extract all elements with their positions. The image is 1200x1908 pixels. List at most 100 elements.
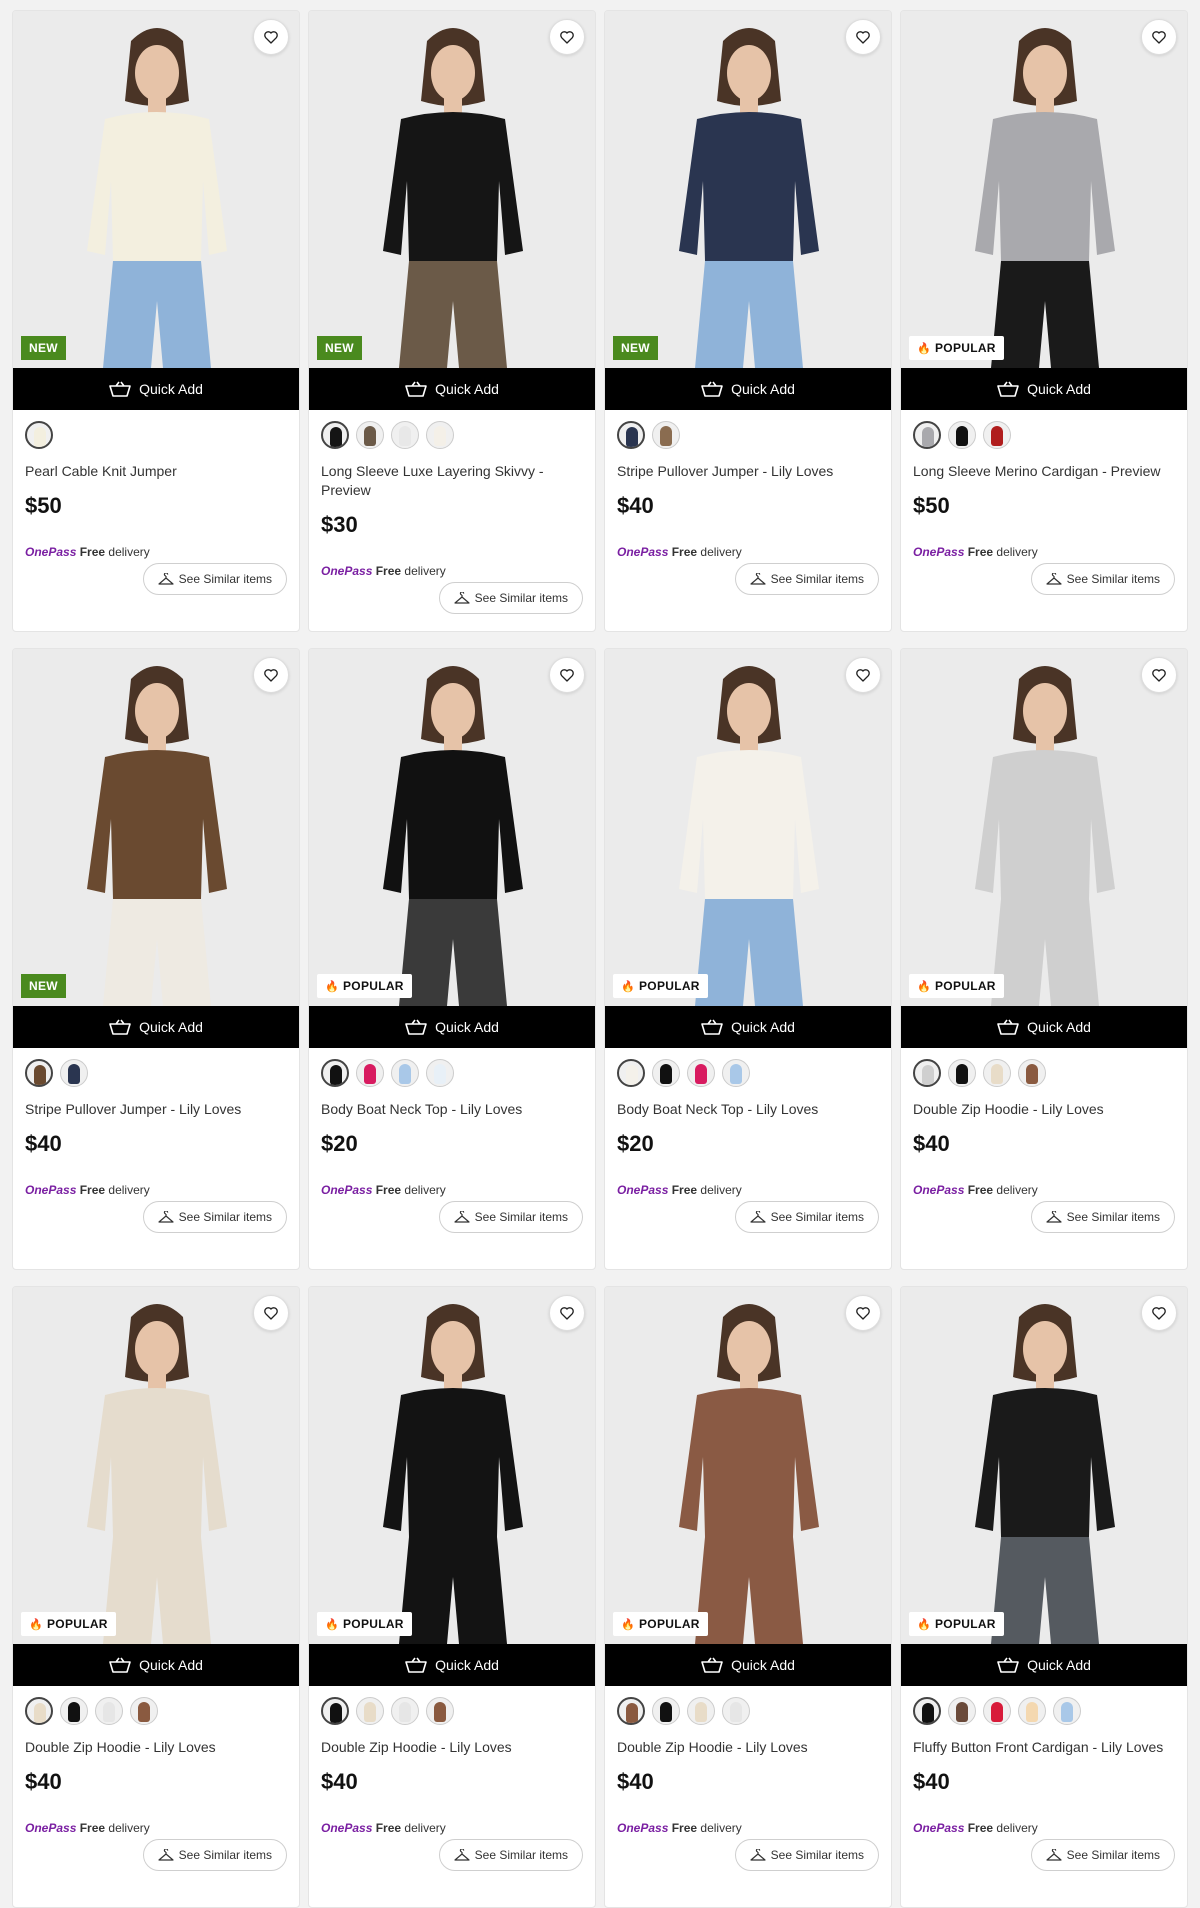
see-similar-button[interactable]: See Similar items xyxy=(1030,563,1175,595)
product-image[interactable]: 🔥 POPULAR xyxy=(309,649,595,1006)
color-swatch[interactable] xyxy=(426,1697,454,1725)
see-similar-button[interactable]: See Similar items xyxy=(438,582,583,614)
color-swatch[interactable] xyxy=(687,1059,715,1087)
wishlist-heart-button[interactable] xyxy=(549,657,585,693)
wishlist-heart-button[interactable] xyxy=(549,1295,585,1331)
color-swatch[interactable] xyxy=(948,1697,976,1725)
product-card[interactable]: NEW Quick Add Stripe Pullover Jumper - L… xyxy=(604,10,892,632)
product-card[interactable]: NEW Quick Add Pearl Cable Knit Jumper $5… xyxy=(12,10,300,632)
color-swatch[interactable] xyxy=(1018,1697,1046,1725)
product-card[interactable]: 🔥 POPULAR Quick Add Double Zip Hoodie - L… xyxy=(900,648,1188,1270)
color-swatch[interactable] xyxy=(617,421,645,449)
color-swatch[interactable] xyxy=(426,421,454,449)
color-swatch[interactable] xyxy=(25,421,53,449)
quick-add-button[interactable]: Quick Add xyxy=(605,1006,891,1048)
color-swatch[interactable] xyxy=(983,421,1011,449)
product-image[interactable]: 🔥 POPULAR xyxy=(901,1287,1187,1644)
color-swatch[interactable] xyxy=(130,1697,158,1725)
see-similar-button[interactable]: See Similar items xyxy=(142,1201,287,1233)
color-swatch[interactable] xyxy=(356,1697,384,1725)
color-swatch[interactable] xyxy=(948,421,976,449)
product-name[interactable]: Body Boat Neck Top - Lily Loves xyxy=(321,1100,583,1119)
product-name[interactable]: Fluffy Button Front Cardigan - Lily Love… xyxy=(913,1738,1175,1757)
color-swatch[interactable] xyxy=(60,1697,88,1725)
product-card[interactable]: 🔥 POPULAR Quick Add Long Sleeve Merino Ca… xyxy=(900,10,1188,632)
product-card[interactable]: NEW Quick Add Long Sleeve Luxe Layering … xyxy=(308,10,596,632)
see-similar-button[interactable]: See Similar items xyxy=(142,563,287,595)
wishlist-heart-button[interactable] xyxy=(845,657,881,693)
product-image[interactable]: 🔥 POPULAR xyxy=(309,1287,595,1644)
wishlist-heart-button[interactable] xyxy=(253,657,289,693)
color-swatch[interactable] xyxy=(652,1697,680,1725)
color-swatch[interactable] xyxy=(1053,1697,1081,1725)
product-image[interactable]: 🔥 POPULAR xyxy=(605,1287,891,1644)
color-swatch[interactable] xyxy=(321,1697,349,1725)
color-swatch[interactable] xyxy=(426,1059,454,1087)
see-similar-button[interactable]: See Similar items xyxy=(142,1839,287,1871)
quick-add-button[interactable]: Quick Add xyxy=(13,368,299,410)
see-similar-button[interactable]: See Similar items xyxy=(1030,1839,1175,1871)
color-swatch[interactable] xyxy=(356,421,384,449)
color-swatch[interactable] xyxy=(652,421,680,449)
color-swatch[interactable] xyxy=(617,1697,645,1725)
product-card[interactable]: NEW Quick Add Stripe Pullover Jumper - L… xyxy=(12,648,300,1270)
product-image[interactable]: 🔥 POPULAR xyxy=(901,11,1187,368)
product-card[interactable]: 🔥 POPULAR Quick Add Fluffy Button Front C… xyxy=(900,1286,1188,1908)
wishlist-heart-button[interactable] xyxy=(845,1295,881,1331)
color-swatch[interactable] xyxy=(321,1059,349,1087)
wishlist-heart-button[interactable] xyxy=(1141,657,1177,693)
product-image[interactable]: NEW xyxy=(13,11,299,368)
color-swatch[interactable] xyxy=(687,1697,715,1725)
color-swatch[interactable] xyxy=(356,1059,384,1087)
quick-add-button[interactable]: Quick Add xyxy=(309,1006,595,1048)
wishlist-heart-button[interactable] xyxy=(1141,1295,1177,1331)
product-card[interactable]: 🔥 POPULAR Quick Add Double Zip Hoodie - L… xyxy=(604,1286,892,1908)
product-card[interactable]: 🔥 POPULAR Quick Add Double Zip Hoodie - L… xyxy=(12,1286,300,1908)
color-swatch[interactable] xyxy=(913,1059,941,1087)
quick-add-button[interactable]: Quick Add xyxy=(13,1006,299,1048)
product-card[interactable]: 🔥 POPULAR Quick Add Body Boat Neck Top - … xyxy=(604,648,892,1270)
product-name[interactable]: Stripe Pullover Jumper - Lily Loves xyxy=(617,462,879,481)
product-image[interactable]: 🔥 POPULAR xyxy=(605,649,891,1006)
color-swatch[interactable] xyxy=(391,1059,419,1087)
quick-add-button[interactable]: Quick Add xyxy=(13,1644,299,1686)
product-name[interactable]: Double Zip Hoodie - Lily Loves xyxy=(25,1738,287,1757)
see-similar-button[interactable]: See Similar items xyxy=(1030,1201,1175,1233)
color-swatch[interactable] xyxy=(391,1697,419,1725)
color-swatch[interactable] xyxy=(391,421,419,449)
color-swatch[interactable] xyxy=(25,1697,53,1725)
product-name[interactable]: Double Zip Hoodie - Lily Loves xyxy=(913,1100,1175,1119)
color-swatch[interactable] xyxy=(25,1059,53,1087)
product-image[interactable]: NEW xyxy=(13,649,299,1006)
product-name[interactable]: Body Boat Neck Top - Lily Loves xyxy=(617,1100,879,1119)
color-swatch[interactable] xyxy=(913,1697,941,1725)
color-swatch[interactable] xyxy=(722,1697,750,1725)
product-image[interactable]: NEW xyxy=(309,11,595,368)
product-name[interactable]: Double Zip Hoodie - Lily Loves xyxy=(321,1738,583,1757)
color-swatch[interactable] xyxy=(983,1697,1011,1725)
wishlist-heart-button[interactable] xyxy=(1141,19,1177,55)
wishlist-heart-button[interactable] xyxy=(253,1295,289,1331)
color-swatch[interactable] xyxy=(95,1697,123,1725)
color-swatch[interactable] xyxy=(983,1059,1011,1087)
color-swatch[interactable] xyxy=(1018,1059,1046,1087)
product-card[interactable]: 🔥 POPULAR Quick Add Double Zip Hoodie - L… xyxy=(308,1286,596,1908)
product-name[interactable]: Long Sleeve Merino Cardigan - Preview xyxy=(913,462,1175,481)
product-name[interactable]: Pearl Cable Knit Jumper xyxy=(25,462,287,481)
see-similar-button[interactable]: See Similar items xyxy=(734,563,879,595)
product-image[interactable]: NEW xyxy=(605,11,891,368)
quick-add-button[interactable]: Quick Add xyxy=(605,1644,891,1686)
see-similar-button[interactable]: See Similar items xyxy=(734,1839,879,1871)
quick-add-button[interactable]: Quick Add xyxy=(901,368,1187,410)
product-card[interactable]: 🔥 POPULAR Quick Add Body Boat Neck Top - … xyxy=(308,648,596,1270)
color-swatch[interactable] xyxy=(948,1059,976,1087)
quick-add-button[interactable]: Quick Add xyxy=(309,368,595,410)
product-name[interactable]: Long Sleeve Luxe Layering Skivvy - Previ… xyxy=(321,462,583,500)
see-similar-button[interactable]: See Similar items xyxy=(438,1201,583,1233)
wishlist-heart-button[interactable] xyxy=(253,19,289,55)
see-similar-button[interactable]: See Similar items xyxy=(734,1201,879,1233)
product-image[interactable]: 🔥 POPULAR xyxy=(13,1287,299,1644)
color-swatch[interactable] xyxy=(60,1059,88,1087)
color-swatch[interactable] xyxy=(617,1059,645,1087)
see-similar-button[interactable]: See Similar items xyxy=(438,1839,583,1871)
